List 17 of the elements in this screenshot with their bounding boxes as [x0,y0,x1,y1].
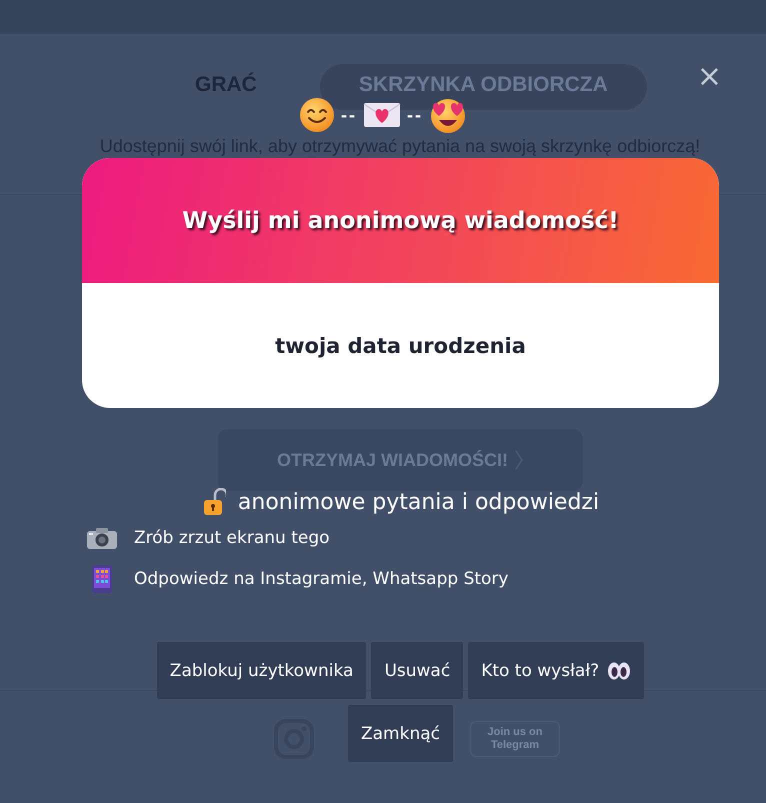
tip-text: Zrób zrzut ekranu tego [134,528,330,548]
question-text: twoja data urodzenia [274,332,527,360]
heart-eyes-face-icon [429,96,467,134]
unlocked-padlock-icon [202,488,226,516]
eyes-icon [607,660,632,680]
camera-icon [86,526,118,550]
headline-text: anonimowe pytania i odpowiedzi [238,490,600,514]
action-button[interactable]: Kto to wysłał? [468,642,644,699]
action-button[interactable]: Zablokuj użytkownika [156,642,366,699]
phone-icon [91,564,113,594]
smiling-face-icon [299,97,335,133]
action-button[interactable]: Usuwać [371,642,464,699]
action-button[interactable]: Zamknąć [348,705,453,762]
tip-text: Odpowiedz na Instagramie, Whatsapp Story [134,569,508,589]
card-header: Wyślij mi anonimową wiadomość! [82,158,719,283]
close-button[interactable]: × [692,62,726,92]
heart-envelope-icon [363,101,401,129]
